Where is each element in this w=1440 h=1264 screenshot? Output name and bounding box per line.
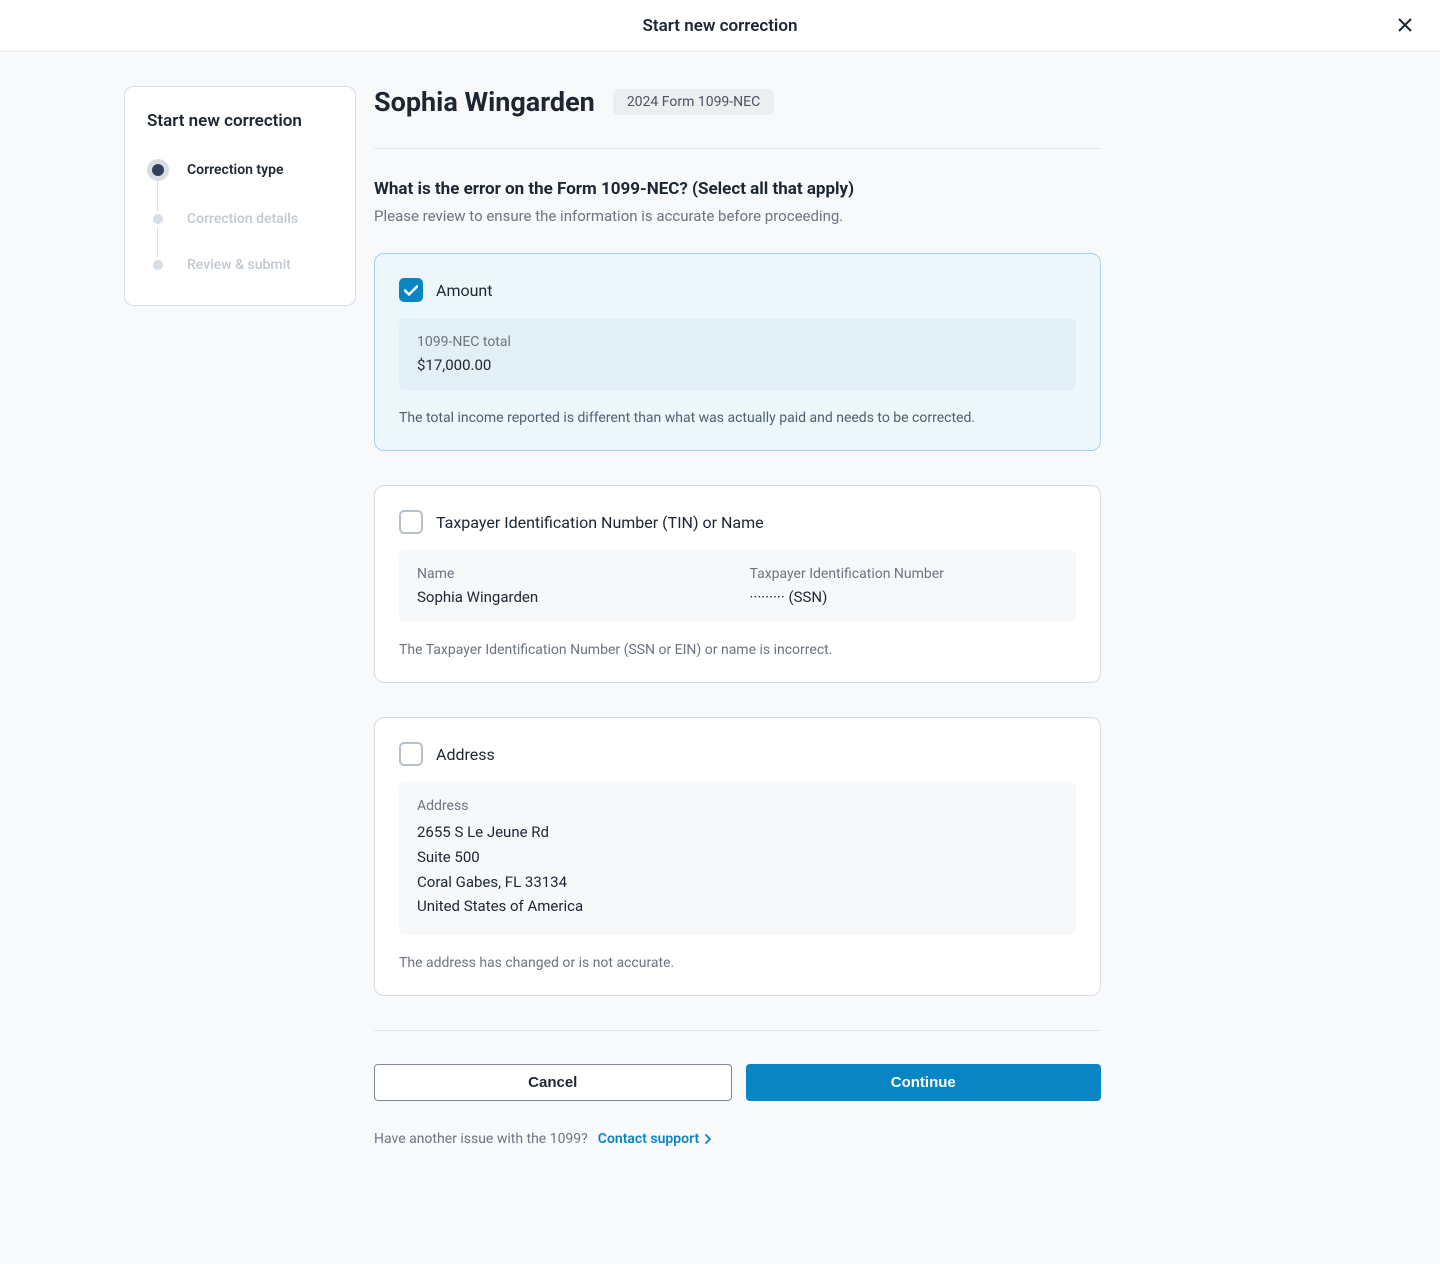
step-connector bbox=[157, 181, 158, 211]
detail-value: Sophia Wingarden bbox=[417, 588, 726, 606]
address-checkbox[interactable] bbox=[399, 742, 423, 766]
person-name: Sophia Wingarden bbox=[374, 86, 595, 118]
support-link-label: Contact support bbox=[598, 1131, 699, 1147]
step-dot-active-icon bbox=[147, 159, 169, 181]
button-row: Cancel Continue bbox=[374, 1064, 1101, 1101]
option-title: Amount bbox=[436, 281, 492, 300]
step-dot-inactive-icon bbox=[153, 260, 163, 270]
page-container: Start new correction Correction type Cor… bbox=[0, 52, 1440, 1147]
step-label: Correction type bbox=[187, 162, 283, 178]
support-row: Have another issue with the 1099? Contac… bbox=[374, 1131, 1101, 1147]
content-header: Sophia Wingarden 2024 Form 1099-NEC bbox=[374, 86, 1101, 118]
option-title: Taxpayer Identification Number (TIN) or … bbox=[436, 513, 764, 532]
option-description: The Taxpayer Identification Number (SSN … bbox=[399, 642, 1076, 658]
continue-button[interactable]: Continue bbox=[746, 1064, 1102, 1101]
step-dot-inactive-icon bbox=[153, 214, 163, 224]
option-title: Address bbox=[436, 745, 495, 764]
amount-checkbox[interactable] bbox=[399, 278, 423, 302]
detail-col-name: Name Sophia Wingarden bbox=[417, 566, 726, 606]
option-details: 1099-NEC total $17,000.00 bbox=[399, 318, 1076, 390]
step-review-submit: Review & submit bbox=[147, 257, 333, 273]
close-icon bbox=[1398, 15, 1412, 37]
detail-label: Taxpayer Identification Number bbox=[750, 566, 1059, 582]
chevron-right-icon bbox=[705, 1134, 711, 1144]
option-description: The address has changed or is not accura… bbox=[399, 955, 1076, 971]
detail-row: Name Sophia Wingarden Taxpayer Identific… bbox=[417, 566, 1058, 606]
option-details: Name Sophia Wingarden Taxpayer Identific… bbox=[399, 550, 1076, 622]
detail-col-tin: Taxpayer Identification Number ·········… bbox=[750, 566, 1059, 606]
option-header: Taxpayer Identification Number (TIN) or … bbox=[399, 510, 1076, 534]
modal-header: Start new correction bbox=[0, 0, 1440, 52]
step-label: Review & submit bbox=[187, 257, 291, 273]
option-details: Address 2655 S Le Jeune Rd Suite 500 Cor… bbox=[399, 782, 1076, 935]
detail-label: Address bbox=[417, 798, 1058, 814]
sidebar-title: Start new correction bbox=[147, 111, 333, 131]
checkmark-icon bbox=[404, 285, 418, 296]
steps-list: Correction type Correction details Revie… bbox=[147, 159, 333, 273]
address-line: 2655 S Le Jeune Rd bbox=[417, 820, 1058, 845]
cancel-button[interactable]: Cancel bbox=[374, 1064, 732, 1101]
option-description: The total income reported is different t… bbox=[399, 410, 1076, 426]
detail-value: ········· (SSN) bbox=[750, 588, 1059, 606]
option-header: Address bbox=[399, 742, 1076, 766]
option-address[interactable]: Address Address 2655 S Le Jeune Rd Suite… bbox=[374, 717, 1101, 996]
step-correction-details: Correction details bbox=[147, 211, 333, 227]
address-line: Suite 500 bbox=[417, 845, 1058, 870]
detail-label: 1099-NEC total bbox=[417, 334, 1058, 350]
step-label: Correction details bbox=[187, 211, 298, 227]
question-title: What is the error on the Form 1099-NEC? … bbox=[374, 179, 1101, 199]
modal-title: Start new correction bbox=[643, 16, 798, 36]
form-badge: 2024 Form 1099-NEC bbox=[613, 89, 774, 115]
tin-checkbox[interactable] bbox=[399, 510, 423, 534]
close-button[interactable] bbox=[1394, 12, 1416, 40]
address-line: Coral Gabes, FL 33134 bbox=[417, 870, 1058, 895]
option-tin[interactable]: Taxpayer Identification Number (TIN) or … bbox=[374, 485, 1101, 683]
address-line: United States of America bbox=[417, 894, 1058, 919]
sidebar: Start new correction Correction type Cor… bbox=[124, 86, 356, 306]
step-connector bbox=[157, 227, 158, 257]
detail-value: $17,000.00 bbox=[417, 356, 1058, 374]
detail-label: Name bbox=[417, 566, 726, 582]
contact-support-link[interactable]: Contact support bbox=[598, 1131, 711, 1147]
option-header: Amount bbox=[399, 278, 1076, 302]
divider bbox=[374, 148, 1101, 149]
question-subtitle: Please review to ensure the information … bbox=[374, 207, 1101, 225]
main-content: Sophia Wingarden 2024 Form 1099-NEC What… bbox=[374, 86, 1101, 1147]
option-amount[interactable]: Amount 1099-NEC total $17,000.00 The tot… bbox=[374, 253, 1101, 451]
footer-divider bbox=[374, 1030, 1101, 1031]
step-correction-type: Correction type bbox=[147, 159, 333, 181]
support-text: Have another issue with the 1099? bbox=[374, 1131, 588, 1147]
